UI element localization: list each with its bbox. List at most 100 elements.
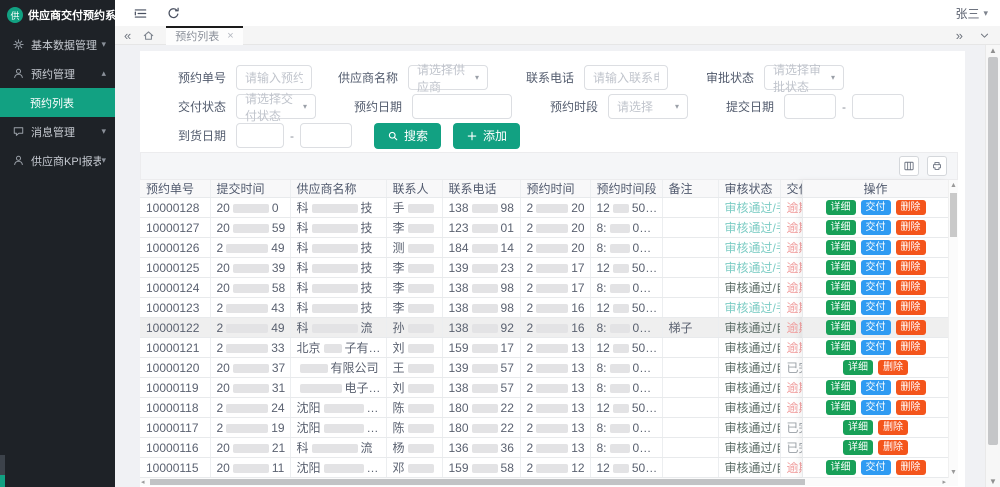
vertical-scrollbar-thumb[interactable]: [950, 193, 957, 237]
deliver-button[interactable]: 交付: [861, 400, 891, 415]
approval-status-select[interactable]: 请选择审批状态 ▾: [764, 65, 844, 90]
scroll-down-arrow-icon[interactable]: ▼: [986, 476, 1000, 487]
cell-reservation-date: 220: [520, 238, 590, 258]
detail-button[interactable]: 详细: [826, 280, 856, 295]
delivery-status-select[interactable]: 请选择交付状态 ▾: [236, 94, 316, 119]
detail-button[interactable]: 详细: [843, 360, 873, 375]
scroll-up-arrow-icon[interactable]: ▲: [986, 45, 1000, 56]
cell-phone: 13898: [442, 278, 520, 298]
scroll-down-arrow-icon[interactable]: ▼: [949, 467, 958, 478]
delete-button[interactable]: 删除: [896, 460, 926, 475]
tab-reservation-list[interactable]: 预约列表 ×: [166, 26, 242, 45]
page-scrollbar[interactable]: ▲ ▼: [985, 45, 1000, 487]
deliver-button[interactable]: 交付: [861, 280, 891, 295]
reservation-slot-select[interactable]: 请选择 ▾: [608, 94, 688, 119]
redaction: [408, 244, 434, 253]
delete-button[interactable]: 删除: [896, 320, 926, 335]
supplier-select[interactable]: 请选择供应商 ▾: [408, 65, 488, 90]
search-button[interactable]: 搜索: [374, 123, 441, 149]
detail-button[interactable]: 详细: [826, 400, 856, 415]
chevron-down-icon: ▾: [101, 39, 106, 50]
detail-button[interactable]: 详细: [826, 380, 856, 395]
home-icon[interactable]: [142, 29, 155, 42]
scroll-up-arrow-icon[interactable]: ▲: [949, 180, 958, 191]
cell-reservation-date: 220: [520, 198, 590, 218]
deliver-button[interactable]: 交付: [861, 380, 891, 395]
deliver-button[interactable]: 交付: [861, 320, 891, 335]
detail-button[interactable]: 详细: [826, 300, 856, 315]
delete-button[interactable]: 删除: [896, 340, 926, 355]
detail-button[interactable]: 详细: [826, 260, 856, 275]
scroll-left-arrow-icon[interactable]: ◂: [141, 478, 145, 486]
deliver-button[interactable]: 交付: [861, 240, 891, 255]
redaction: [613, 264, 629, 273]
contact-phone-input[interactable]: [584, 65, 668, 90]
delete-button[interactable]: 删除: [878, 360, 908, 375]
redaction: [472, 464, 498, 473]
tabs-scroll-left-icon[interactable]: «: [124, 29, 131, 42]
reservation-no-input[interactable]: [236, 65, 312, 90]
detail-button[interactable]: 详细: [826, 340, 856, 355]
cell-reservation-date: 216: [520, 298, 590, 318]
reservation-date-input[interactable]: [412, 94, 512, 119]
delete-button[interactable]: 删除: [896, 260, 926, 275]
delete-button[interactable]: 删除: [896, 220, 926, 235]
arrival-date-end-input[interactable]: [300, 123, 352, 148]
deliver-button[interactable]: 交付: [861, 260, 891, 275]
table-vertical-scrollbar[interactable]: ▲ ▼: [948, 180, 958, 478]
detail-button[interactable]: 详细: [843, 420, 873, 435]
cell-remark: [662, 258, 718, 278]
sidebar-item-2[interactable]: 预约管理▴: [0, 59, 115, 88]
sidebar-item-4[interactable]: 供应商KPI报表▾: [0, 146, 115, 175]
deliver-button[interactable]: 交付: [861, 300, 891, 315]
refresh-icon[interactable]: [166, 6, 181, 21]
detail-button[interactable]: 详细: [826, 240, 856, 255]
delete-button[interactable]: 删除: [896, 280, 926, 295]
tabs-scroll-right-icon[interactable]: »: [956, 29, 963, 42]
delete-button[interactable]: 删除: [878, 440, 908, 455]
tabs-dropdown-icon[interactable]: [979, 30, 990, 41]
redaction: [610, 224, 630, 233]
sidebar-item-1[interactable]: 基本数据管理▾: [0, 30, 115, 59]
cell-remark: [662, 198, 718, 218]
redaction: [536, 464, 568, 473]
detail-button[interactable]: 详细: [826, 460, 856, 475]
delete-button[interactable]: 删除: [896, 300, 926, 315]
deliver-button[interactable]: 交付: [861, 200, 891, 215]
filter-submit-date: 提交日期 -: [710, 94, 904, 119]
sidebar-scrollbar[interactable]: [0, 455, 5, 487]
detail-button[interactable]: 详细: [826, 220, 856, 235]
print-button[interactable]: [927, 156, 947, 176]
detail-button[interactable]: 详细: [826, 200, 856, 215]
redaction: [300, 384, 342, 393]
deliver-button[interactable]: 交付: [861, 460, 891, 475]
delete-button[interactable]: 删除: [896, 240, 926, 255]
cell-submit-time: 249: [210, 318, 290, 338]
plus-icon: [466, 130, 478, 142]
close-icon[interactable]: ×: [227, 31, 233, 42]
delete-button[interactable]: 删除: [896, 400, 926, 415]
detail-button[interactable]: 详细: [826, 320, 856, 335]
cell-submit-time: 224: [210, 398, 290, 418]
delete-button[interactable]: 删除: [896, 380, 926, 395]
detail-button[interactable]: 详细: [843, 440, 873, 455]
sidebar-item-3[interactable]: 消息管理▾: [0, 117, 115, 146]
sidebar-subitem[interactable]: 预约列表: [0, 88, 115, 117]
scroll-right-arrow-icon[interactable]: ▸: [942, 478, 946, 486]
deliver-button[interactable]: 交付: [861, 340, 891, 355]
delete-button[interactable]: 删除: [878, 420, 908, 435]
delete-button[interactable]: 删除: [896, 200, 926, 215]
table-horizontal-scrollbar[interactable]: ◂ ▸: [140, 478, 958, 486]
arrival-date-start-input[interactable]: [236, 123, 284, 148]
sidebar-scrollbar-thumb[interactable]: [0, 475, 5, 487]
tab-label: 预约列表: [175, 28, 219, 44]
columns-settings-button[interactable]: [899, 156, 919, 176]
page-scrollbar-thumb[interactable]: [988, 57, 998, 445]
sidebar-toggle-icon[interactable]: [133, 6, 148, 21]
user-menu[interactable]: 张三 ▾: [955, 5, 988, 22]
horizontal-scrollbar-thumb[interactable]: [150, 479, 805, 485]
submit-date-start-input[interactable]: [784, 94, 836, 119]
deliver-button[interactable]: 交付: [861, 220, 891, 235]
add-button[interactable]: 添加: [453, 123, 520, 149]
submit-date-end-input[interactable]: [852, 94, 904, 119]
